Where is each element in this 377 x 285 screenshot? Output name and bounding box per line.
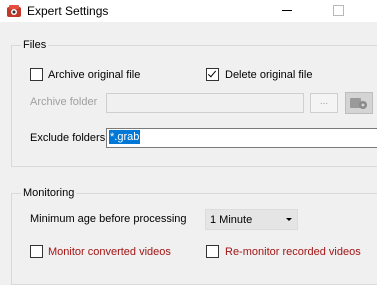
min-age-value: 1 Minute	[210, 214, 253, 226]
min-age-dropdown[interactable]: 1 Minute	[205, 209, 298, 230]
delete-original-label[interactable]: Delete original file	[225, 68, 312, 82]
minimize-button[interactable]	[264, 0, 310, 22]
folder-settings-icon[interactable]	[345, 92, 373, 114]
exclude-folders-input[interactable]: *.grab	[106, 128, 377, 148]
window-title: Expert Settings	[27, 4, 109, 18]
exclude-folders-value: *.grab	[109, 130, 141, 144]
archive-original-checkbox[interactable]	[30, 68, 43, 81]
delete-original-checkbox[interactable]	[206, 68, 219, 81]
folder-settings-icon-glyph	[350, 98, 367, 109]
remonitor-recorded-label[interactable]: Re-monitor recorded videos	[225, 245, 361, 259]
remonitor-recorded-checkbox[interactable]	[206, 245, 219, 258]
maximize-button[interactable]	[315, 0, 361, 22]
monitoring-group	[11, 193, 377, 285]
archive-folder-input[interactable]	[106, 93, 304, 113]
dropdown-arrow-icon	[286, 218, 292, 221]
archive-folder-label: Archive folder	[30, 96, 98, 108]
title-bar: Expert Settings	[0, 0, 377, 22]
monitoring-group-legend: Monitoring	[21, 186, 77, 200]
archive-original-label[interactable]: Archive original file	[48, 68, 140, 82]
browse-folder-button[interactable]: ...	[310, 93, 338, 113]
monitor-converted-label[interactable]: Monitor converted videos	[48, 245, 171, 259]
monitor-converted-checkbox[interactable]	[30, 245, 43, 258]
files-group-legend: Files	[21, 38, 49, 52]
exclude-folders-label: Exclude folders	[30, 132, 106, 144]
min-age-label: Minimum age before processing	[30, 213, 187, 225]
app-icon	[7, 5, 21, 17]
